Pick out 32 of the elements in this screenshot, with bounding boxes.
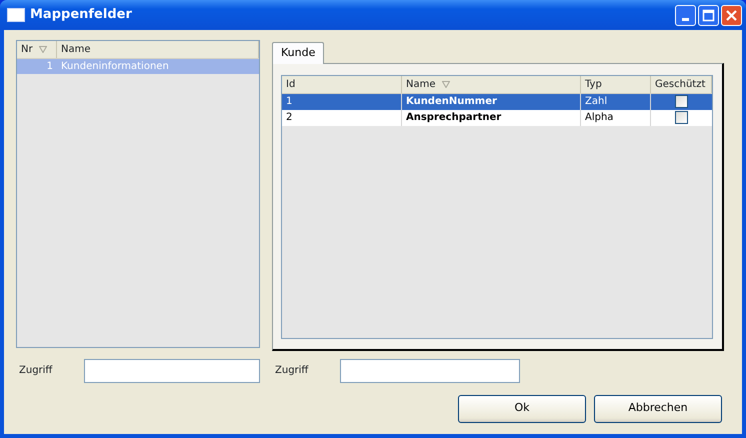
column-header[interactable]: Name: [402, 76, 581, 92]
column-header[interactable]: Id: [282, 76, 402, 92]
row-number: 1: [46, 60, 54, 74]
checkbox[interactable]: [675, 111, 688, 124]
close-icon: [725, 8, 738, 22]
column-header[interactable]: Nr: [17, 41, 57, 58]
input-field[interactable]: [340, 358, 520, 382]
column-header[interactable]: Geschützt: [651, 76, 712, 92]
row-type: Alpha: [581, 110, 651, 126]
checkbox[interactable]: [675, 95, 688, 108]
column-header[interactable]: Name: [57, 41, 259, 58]
input-field[interactable]: [84, 358, 260, 382]
row-name: Ansprechpartner: [402, 110, 581, 126]
window-title: Mappenfelder: [30, 6, 133, 24]
dialog-button[interactable]: Abbrechen: [594, 394, 722, 422]
close-button[interactable]: [721, 4, 742, 26]
sort-icon: [38, 46, 47, 53]
sort-icon: [442, 80, 450, 88]
grid-row[interactable]: 1 KundenNummer Zahl: [282, 94, 712, 110]
field-label: Zugriff: [274, 364, 310, 378]
row-id: 2: [282, 110, 402, 126]
column-header[interactable]: Typ: [581, 76, 651, 92]
window-icon: [7, 8, 25, 22]
tab[interactable]: Kunde: [272, 42, 324, 64]
maximize-button[interactable]: [698, 4, 719, 26]
minimize-icon: [682, 18, 689, 20]
dialog-button[interactable]: Ok: [458, 394, 586, 422]
field-label: Zugriff: [18, 364, 54, 378]
maximize-icon: [702, 8, 715, 22]
minimize-button[interactable]: [675, 4, 696, 26]
grid-row[interactable]: 2 Ansprechpartner Alpha: [282, 110, 712, 126]
row-name: Kundeninformationen: [60, 60, 170, 74]
